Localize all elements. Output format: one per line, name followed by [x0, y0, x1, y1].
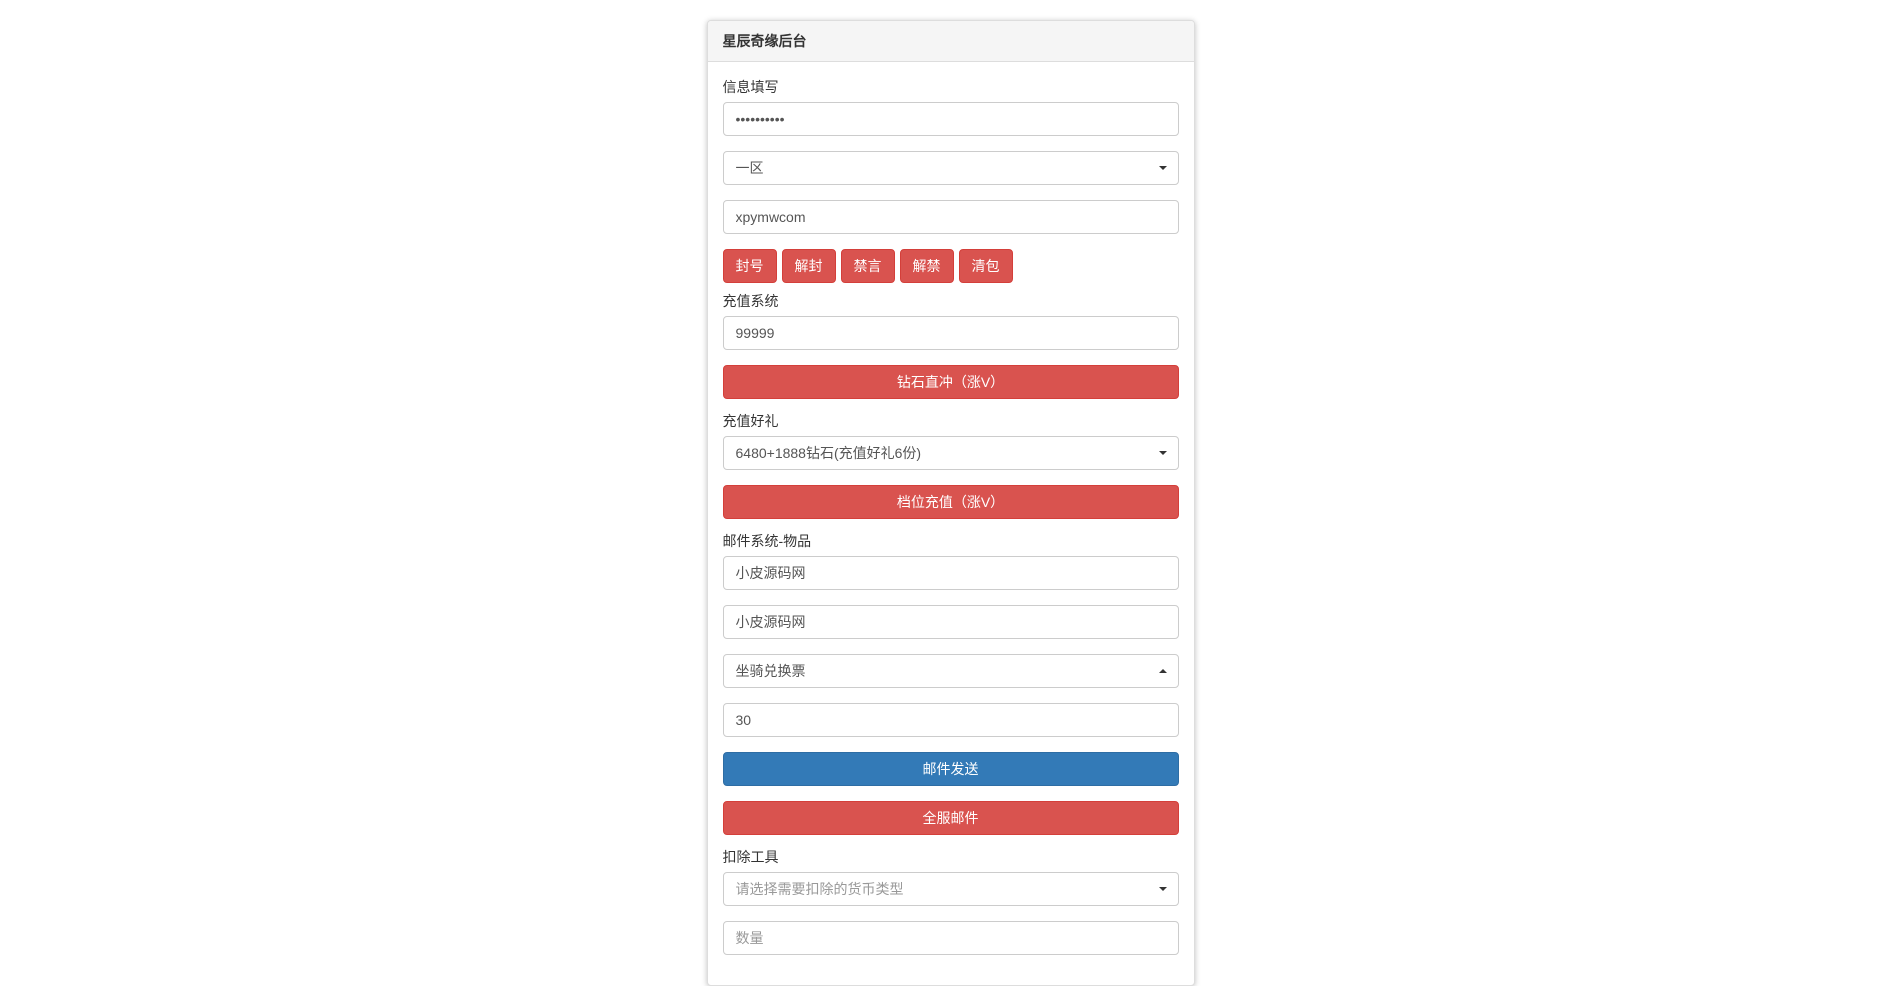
deduct-currency-select[interactable]	[723, 872, 1179, 906]
admin-panel: 星辰奇缘后台 信息填写 封号 解封 禁言 解禁 清包 充值系统 钻石直冲（涨V）…	[707, 20, 1195, 986]
mail-content-group	[723, 605, 1179, 639]
ban-button[interactable]: 封号	[723, 249, 777, 283]
mute-button[interactable]: 禁言	[841, 249, 895, 283]
zone-select[interactable]	[723, 151, 1179, 185]
gift-select[interactable]	[723, 436, 1179, 470]
unmute-button[interactable]: 解禁	[900, 249, 954, 283]
username-group	[723, 200, 1179, 234]
clearbag-button[interactable]: 清包	[959, 249, 1013, 283]
info-label: 信息填写	[723, 77, 1179, 97]
recharge-label: 充值系统	[723, 291, 1179, 311]
zone-select-wrap	[723, 151, 1179, 185]
deduct-qty-group	[723, 921, 1179, 955]
recharge-gift-label: 充值好礼	[723, 411, 1179, 431]
deduct-currency-select-wrap	[723, 872, 1179, 906]
diamond-direct-button[interactable]: 钻石直冲（涨V）	[723, 365, 1179, 399]
username-input[interactable]	[723, 200, 1179, 234]
mail-label: 邮件系统-物品	[723, 531, 1179, 551]
panel-title: 星辰奇缘后台	[708, 21, 1194, 62]
mail-count-input[interactable]	[723, 703, 1179, 737]
mail-item-select-wrap	[723, 654, 1179, 688]
global-mail-button[interactable]: 全服邮件	[723, 801, 1179, 835]
tier-recharge-button[interactable]: 档位充值（涨V）	[723, 485, 1179, 519]
recharge-amount-input[interactable]	[723, 316, 1179, 350]
mail-send-group: 邮件发送	[723, 752, 1179, 786]
password-input[interactable]	[723, 102, 1179, 136]
info-section: 信息填写	[723, 77, 1179, 136]
mail-title-group	[723, 556, 1179, 590]
mail-count-group	[723, 703, 1179, 737]
deduct-qty-input[interactable]	[723, 921, 1179, 955]
unban-button[interactable]: 解封	[782, 249, 836, 283]
recharge-amount-group	[723, 316, 1179, 350]
gift-select-wrap	[723, 436, 1179, 470]
account-action-row: 封号 解封 禁言 解禁 清包	[723, 249, 1179, 283]
mail-title-input[interactable]	[723, 556, 1179, 590]
deduct-label: 扣除工具	[723, 847, 1179, 867]
mail-send-button[interactable]: 邮件发送	[723, 752, 1179, 786]
mail-content-input[interactable]	[723, 605, 1179, 639]
panel-body: 信息填写 封号 解封 禁言 解禁 清包 充值系统 钻石直冲（涨V） 充值好礼	[708, 62, 1194, 985]
mail-item-select[interactable]	[723, 654, 1179, 688]
